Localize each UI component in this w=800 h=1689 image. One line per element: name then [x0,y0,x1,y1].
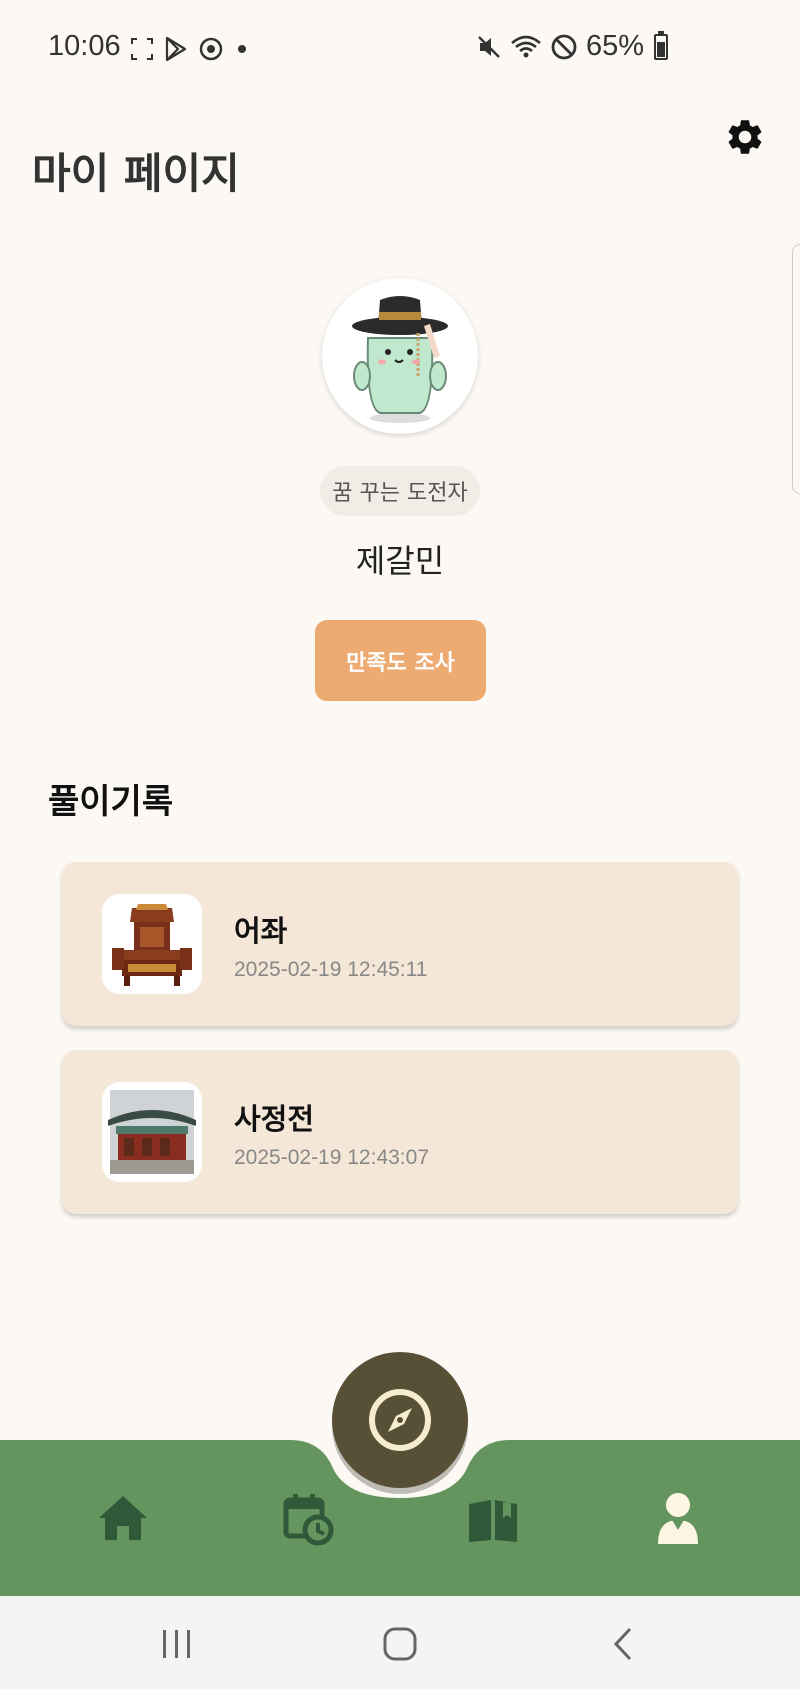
record-card[interactable]: 어좌 2025-02-19 12:45:11 [62,862,738,1026]
record-title: 사정전 [234,1102,315,1136]
wifi-icon [511,35,541,57]
home-circle-icon [383,1627,417,1661]
title-badge: 꿈 꾸는 도전자 [320,466,480,516]
mascot-icon [352,296,448,423]
home-icon [99,1496,147,1540]
record-card[interactable]: 사정전 2025-02-19 12:43:07 [62,1050,738,1214]
section-title: 풀이기록 [48,782,174,822]
throne-image [112,904,192,986]
status-time: 10:06 [48,30,121,62]
nav-home[interactable] [95,1490,151,1546]
back-button[interactable] [602,1622,646,1666]
profile-icon [658,1493,698,1544]
survey-button[interactable]: 만족도 조사 [315,620,486,701]
recents-button[interactable] [155,1622,199,1666]
record-thumbnail [102,1082,202,1182]
recents-icon [163,1630,190,1658]
media-icon [199,37,223,61]
battery-icon [654,30,668,60]
play-store-icon [165,36,187,62]
palace-image [108,1090,196,1174]
side-panel-handle[interactable] [792,244,800,494]
record-thumbnail [102,894,202,994]
compass-icon [369,1389,431,1451]
back-icon [613,1627,632,1661]
user-name: 제갈민 [355,542,445,580]
gear-icon [728,120,762,154]
record-date: 2025-02-19 12:43:07 [234,1146,429,1169]
home-system-button[interactable] [378,1622,422,1666]
book-icon [469,1500,517,1542]
record-date: 2025-02-19 12:45:11 [234,958,428,981]
mute-icon [478,35,500,58]
do-not-disturb-icon [551,34,577,59]
battery-percent: 65% [585,30,644,62]
nav-book[interactable] [465,1490,521,1546]
dot-icon [238,45,246,53]
record-title: 어좌 [234,914,288,948]
avatar [322,278,478,434]
system-nav [0,1596,800,1689]
nav-schedule[interactable] [280,1490,336,1546]
nav-profile[interactable] [650,1490,706,1546]
screenshot-icon [131,38,153,60]
record-list: 어좌 2025-02-19 12:45:11 사정전 2025-02-19 12… [62,862,738,1238]
explore-button[interactable] [332,1352,468,1488]
calendar-clock-icon [283,1494,334,1546]
settings-button[interactable] [724,116,766,158]
page-title: 마이 페이지 [32,149,240,198]
status-bar: 10:06 65% [0,0,800,100]
